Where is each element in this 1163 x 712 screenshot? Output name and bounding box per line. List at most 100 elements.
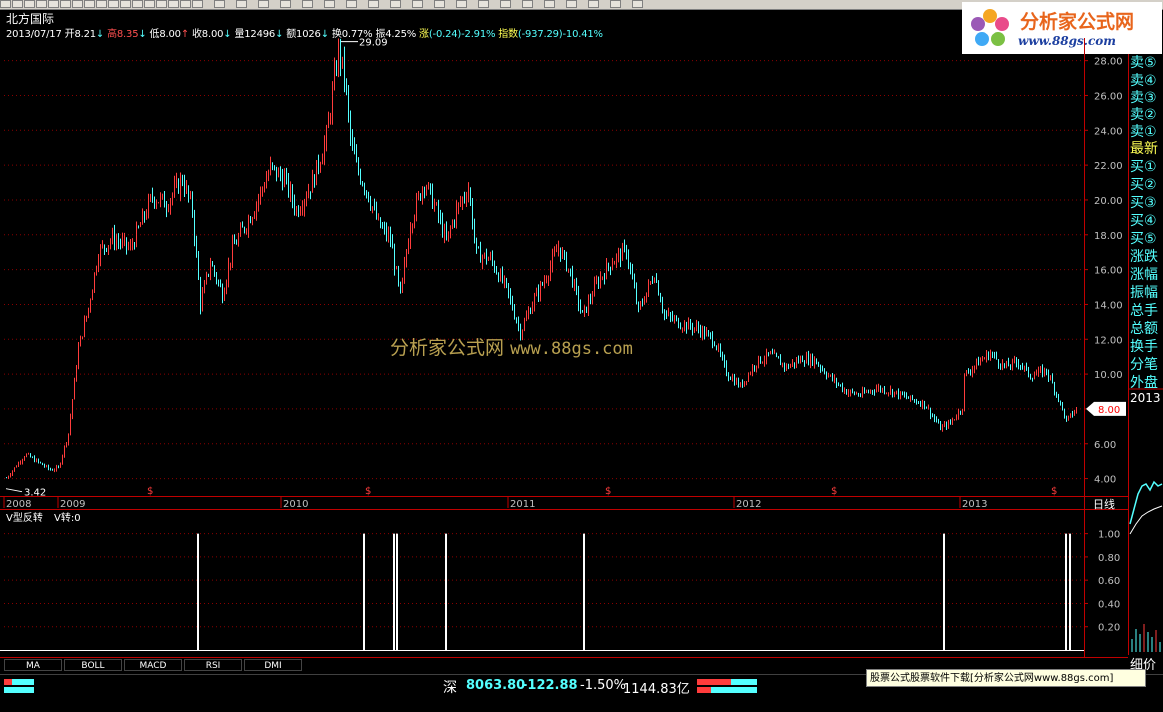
- toolbar-button[interactable]: [500, 0, 511, 8]
- low-label: 3.42: [24, 488, 46, 499]
- watermark-text: 分析家公式网: [390, 337, 505, 359]
- side-label: 买④: [1130, 213, 1157, 229]
- toolbar-button[interactable]: [302, 0, 313, 8]
- market-name: 深: [443, 680, 457, 696]
- high-label: 29.09: [359, 38, 388, 49]
- period-label: 日线: [1093, 497, 1115, 510]
- side-label: 卖⑤: [1130, 55, 1157, 71]
- y-tick-label: 22.00: [1094, 161, 1123, 172]
- side-label: 外盘: [1130, 375, 1158, 391]
- toolbar-button[interactable]: [610, 0, 621, 8]
- toolbar-button[interactable]: [434, 0, 445, 8]
- last-price-label: 8.00: [1098, 405, 1120, 416]
- side-label: 买③: [1130, 195, 1157, 211]
- y-tick-label: 10.00: [1094, 370, 1123, 381]
- toolbar-button[interactable]: [566, 0, 577, 8]
- y-tick-label: 14.00: [1094, 300, 1123, 311]
- toolbar-button[interactable]: [96, 0, 107, 8]
- side-label-latest: 最新: [1130, 141, 1158, 157]
- low-leader: [5, 488, 23, 493]
- toolbar-button[interactable]: [236, 0, 247, 8]
- toolbar-button[interactable]: [280, 0, 291, 8]
- tab-rsi[interactable]: RSI: [184, 659, 242, 671]
- toolbar-button[interactable]: [132, 0, 143, 8]
- toolbar-button[interactable]: [412, 0, 423, 8]
- toolbar-button[interactable]: [456, 0, 467, 8]
- indicator-chart[interactable]: V型反转 V转:0 1.00 0.80 0.60 0.40 0.20: [0, 510, 1128, 658]
- toolbar-button[interactable]: [180, 0, 191, 8]
- toolbar-button[interactable]: [144, 0, 155, 8]
- toolbar-button[interactable]: [24, 0, 35, 8]
- toolbar-button[interactable]: [214, 0, 225, 8]
- toolbar-button[interactable]: [478, 0, 489, 8]
- y-tick-label: 20.00: [1094, 196, 1123, 207]
- y-tick-label: 24.00: [1094, 126, 1123, 137]
- toolbar-button[interactable]: [258, 0, 269, 8]
- side-label: 总额: [1130, 321, 1158, 337]
- price-series: [6, 38, 1077, 479]
- toolbar-button[interactable]: [632, 0, 643, 8]
- x-tick-label: 2012: [736, 499, 761, 510]
- toolbar-button[interactable]: [544, 0, 555, 8]
- y-tick-label: 16.00: [1094, 266, 1123, 277]
- toolbar-button[interactable]: [156, 0, 167, 8]
- tab-boll[interactable]: BOLL: [64, 659, 122, 671]
- price-grid: 28.00 26.00 24.00 22.00 20.00 18.00 16.00 14.00…: [0, 38, 1128, 510]
- news-ticker[interactable]: 股票公式股票软件下载[分析家公式网www.88gs.com]: [866, 669, 1146, 687]
- side-label: 涨幅: [1130, 267, 1158, 283]
- side-label: 买①: [1130, 159, 1157, 175]
- toolbar-button[interactable]: [168, 0, 179, 8]
- market-change: -122.88: [522, 678, 578, 693]
- toolbar-button[interactable]: [346, 0, 357, 8]
- event-marker: $: [1051, 486, 1057, 497]
- y-tick-label: 4.00: [1094, 475, 1116, 486]
- side-label: 涨跌: [1130, 249, 1158, 265]
- y-tick-label: 6.00: [1094, 440, 1116, 451]
- side-label: 总手: [1130, 303, 1158, 319]
- tab-ma[interactable]: MA: [4, 659, 62, 671]
- x-tick-label: 2009: [60, 499, 85, 510]
- side-label: 买⑤: [1130, 231, 1157, 247]
- y-tick-label: 0.60: [1098, 576, 1120, 587]
- event-marker: $: [365, 486, 371, 497]
- watermark-url: www.88gs.com: [510, 339, 633, 359]
- y-tick-label: 18.00: [1094, 231, 1123, 242]
- x-tick-label: 2010: [283, 499, 308, 510]
- y-tick-label: 0.20: [1098, 623, 1120, 634]
- market-amount: 1144.83亿: [623, 682, 690, 697]
- indicator-series: [197, 533, 1071, 650]
- x-tick-label: 2013: [962, 499, 987, 510]
- toolbar-button[interactable]: [36, 0, 47, 8]
- toolbar-button[interactable]: [48, 0, 59, 8]
- watermark: 分析家公式网 www.88gs.com: [390, 333, 633, 360]
- market-index: 8063.80: [466, 678, 526, 693]
- tab-macd[interactable]: MACD: [124, 659, 182, 671]
- toolbar-button[interactable]: [108, 0, 119, 8]
- side-label-year: 2013: [1130, 391, 1161, 405]
- event-marker: $: [831, 486, 837, 497]
- side-label: 换手: [1130, 339, 1158, 355]
- toolbar-button[interactable]: [588, 0, 599, 8]
- logo-title: 分析家公式网: [1020, 11, 1135, 33]
- y-tick-label: 12.00: [1094, 335, 1123, 346]
- indicator-grid: V型反转 V转:0 1.00 0.80 0.60 0.40 0.20: [0, 510, 1128, 658]
- toolbar-button[interactable]: [12, 0, 23, 8]
- toolbar-button[interactable]: [72, 0, 83, 8]
- y-tick-label: 28.00: [1094, 57, 1123, 68]
- tab-dmi[interactable]: DMI: [244, 659, 302, 671]
- toolbar-button[interactable]: [0, 0, 11, 8]
- toolbar-button[interactable]: [192, 0, 203, 8]
- toolbar-button[interactable]: [60, 0, 71, 8]
- side-label: 买②: [1130, 177, 1157, 193]
- toolbar-button[interactable]: [84, 0, 95, 8]
- x-tick-label: 2008: [6, 499, 31, 510]
- event-marker: $: [605, 486, 611, 497]
- price-chart[interactable]: 28.00 26.00 24.00 22.00 20.00 18.00 16.00 14.00…: [0, 38, 1128, 510]
- toolbar-button[interactable]: [324, 0, 335, 8]
- toolbar-button[interactable]: [390, 0, 401, 8]
- indicator-title: V型反转: [6, 511, 43, 524]
- x-tick-label: 2011: [510, 499, 535, 510]
- toolbar-button[interactable]: [120, 0, 131, 8]
- toolbar-button[interactable]: [522, 0, 533, 8]
- toolbar-button[interactable]: [368, 0, 379, 8]
